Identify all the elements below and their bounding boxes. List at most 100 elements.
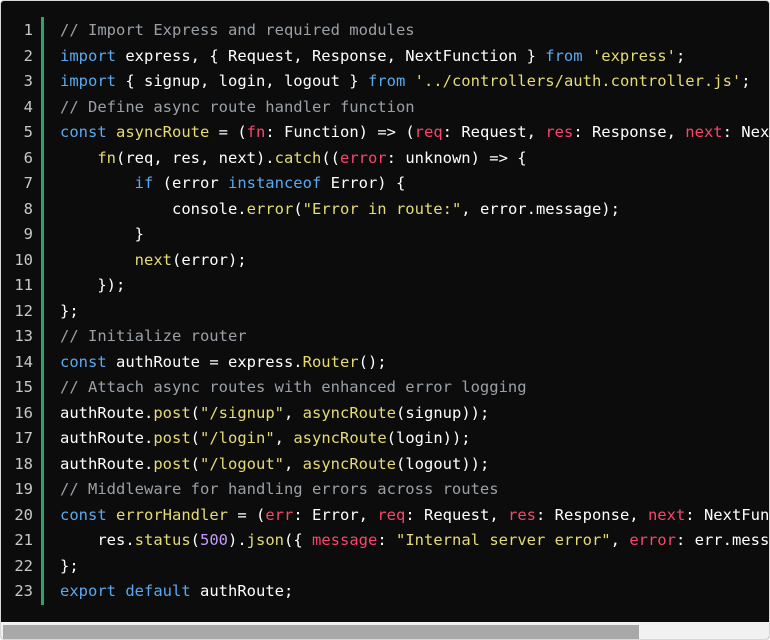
code-token-plain: authRoute. [60,454,154,473]
code-token-param: err [265,505,294,524]
code-line: }; [60,299,79,325]
code-token-kw: const [60,352,107,371]
line-number: 15 [14,378,33,396]
code-token-plain: (login)); [386,429,471,447]
code-token-fn: error [246,199,294,218]
code-token-plain: ( [190,531,200,549]
code-token-kw: const [60,123,107,141]
code-token-plain: (signup)); [396,403,490,422]
code-token-plain: (error [153,174,228,192]
code-token-fn: json [246,531,284,549]
line-number: 13 [14,327,33,345]
code-token-fn: asyncRoute [293,429,387,447]
code-line: // Middleware for handling errors across… [60,477,499,503]
line-number: 12 [14,301,33,320]
code-token-comment: // Attach async routes with enhanced err… [60,378,527,396]
code-token-comment: // Define async route handler function [60,97,415,116]
code-token-str: 'express' [591,46,676,65]
code-token-plain: console. [60,199,247,218]
code-token-plain: ( [190,454,200,473]
code-token-plain: (logout)); [396,454,490,473]
code-token-str: "/signup" [200,403,284,422]
code-line: // Attach async routes with enhanced err… [60,375,527,401]
code-token-plain: authRoute = express. [106,352,303,371]
code-line: import express, { Request, Response, Nex… [60,44,685,70]
code-token-kw: import [60,46,116,65]
line-number: 17 [14,429,33,447]
code-token-param: error [629,531,676,549]
code-token-plain: ; [675,46,686,65]
code-token-str: "Internal server error" [396,531,611,549]
code-token-comment: // Middleware for handling errors across… [60,480,499,498]
code-token-plain: (); [358,352,387,371]
line-number: 23 [14,582,33,600]
code-token-plain: authRoute. [60,403,154,422]
code-token-comment: // Initialize router [60,327,247,345]
code-token-param: req [414,123,443,141]
line-number: 6 [23,148,33,167]
code-line: const asyncRoute = (fn: Function) => (re… [60,120,770,146]
code-token-param: message [312,531,378,549]
code-token-fn: post [153,429,191,447]
code-token-plain: = ( [209,123,247,141]
code-line: console.error("Error in route:", error.m… [60,197,620,223]
code-token-fn: asyncRoute [302,454,396,473]
line-number: 3 [23,72,33,90]
code-token-plain: : err.message }); [675,531,770,549]
line-number: 19 [14,480,33,498]
code-line: export default authRoute; [60,579,293,605]
code-token-plain: : Function) => ( [265,123,415,141]
code-token-plain: : Response, [573,123,686,141]
line-number: 10 [14,250,33,269]
line-number: 7 [23,174,33,192]
line-number: 21 [14,531,33,549]
code-token-fn: catch [274,148,322,167]
code-token-str: '../controllers/auth.controller.js' [414,72,742,90]
code-token-plain: express, { Request, Response, NextFuncti… [116,46,546,65]
code-line: } [60,222,144,248]
code-line: authRoute.post("/login", asyncRoute(logi… [60,426,471,452]
horizontal-scrollbar[interactable] [1,622,769,639]
code-token-kw: default [125,582,191,600]
code-line: const errorHandler = (err: Error, req: R… [60,503,769,529]
code-token-plain: : NextFunction) => { [722,123,770,141]
code-token-plain: authRoute; [190,582,294,600]
code-token-fn: asyncRoute [116,123,210,141]
code-token-param: res [507,505,536,524]
code-token-param: fn [246,123,266,141]
code-token-fn: post [153,403,191,422]
code-line: // Initialize router [60,324,247,350]
horizontal-scrollbar-thumb[interactable] [3,625,639,639]
line-number: 8 [23,199,33,218]
code-token-fn: post [153,454,191,473]
code-token-num: 500 [200,531,228,549]
code-line: // Import Express and required modules [60,18,415,44]
code-line: }; [60,554,79,580]
code-token-fn: errorHandler [116,505,228,524]
code-token-plain: ( [293,199,303,218]
line-number: 1 [23,21,33,39]
code-line: import { signup, login, logout } from '.… [60,69,751,95]
code-token-plain: : Request, [405,505,508,524]
code-token-str: "Error in route:" [302,199,462,218]
code-token-plain: authRoute. [60,429,154,447]
code-token-plain: : Request, [442,123,546,141]
code-token-plain: }; [60,556,79,575]
line-number: 4 [23,97,33,116]
code-token-plain: ({ [284,531,312,549]
code-token-param: next [685,123,723,141]
code-line: // Define async route handler function [60,95,415,121]
line-number: 20 [14,505,33,524]
code-token-plain: Error) { [321,174,406,192]
code-token-param: res [545,123,574,141]
code-token-plain: } [60,225,144,243]
code-token-fn: next [134,250,172,269]
code-token-str: "/login" [200,429,275,447]
code-token-plain: : Response, [535,505,648,524]
code-token-str: "/logout" [200,454,284,473]
code-line: if (error instanceof Error) { [60,171,406,197]
